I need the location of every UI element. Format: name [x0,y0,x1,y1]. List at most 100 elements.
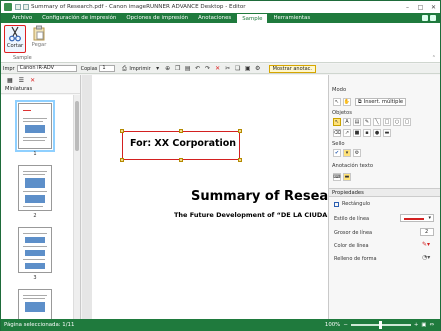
copies-stepper[interactable]: 1 [99,65,116,72]
zoom-out-icon[interactable]: − [343,322,348,328]
thumbnail-scroll-thumb[interactable] [75,101,79,151]
paste-label: Pegar [31,42,47,48]
zoom-in-icon[interactable]: + [414,322,419,328]
annotation-text: For: XX Corporation [130,138,237,149]
ribbon-toggle-icon[interactable] [430,15,436,21]
minimize-icon[interactable]: – [401,2,414,12]
stamp-settings-icon[interactable]: ⚙ [353,149,361,157]
show-annotations-label: Mostrar anotac. [272,65,313,72]
resize-handle[interactable] [120,129,124,133]
filled-square-tool-icon[interactable]: ▪ [363,129,371,137]
print-button[interactable]: Imprimir [129,66,150,72]
close-icon[interactable]: ✕ [427,2,440,12]
resize-handle[interactable] [238,129,242,133]
thumb-view-icon[interactable]: ▦ [7,77,13,84]
resize-handle[interactable] [120,158,124,162]
pointer-tool-icon[interactable]: ↖ [333,118,341,126]
stamp-tools: ✔ ▾ ⚙ [333,149,361,157]
document-view[interactable]: For: XX Corporation Summary of Research … [82,75,328,319]
thumbnail-page-1[interactable] [15,100,55,152]
redo-icon[interactable]: ↷ [204,65,211,72]
tab-tools[interactable]: Herramientas [268,13,315,23]
quick-save-icon[interactable] [15,4,21,10]
eraser-tool-icon[interactable]: ⌫ [333,129,341,137]
tab-print-options[interactable]: Opciones de impresión [121,13,193,23]
thumb-list-icon[interactable]: ☰ [19,77,24,84]
zoom-slider-knob[interactable] [378,321,382,329]
zoom-icon[interactable]: ⊕ [164,65,171,72]
arrow-tool-icon[interactable]: ↗ [343,129,351,137]
thumbnail-page-4[interactable] [18,289,52,319]
text-tool-icon[interactable]: A [343,118,351,126]
resize-handle[interactable] [179,129,183,133]
printer-select[interactable]: Canon iR-ADV [16,65,77,72]
delete-icon[interactable]: ✕ [214,65,221,72]
highlight-text-icon[interactable]: ▬ [343,173,351,181]
thumb-delete-icon[interactable]: ✕ [30,77,35,84]
resize-handle[interactable] [179,158,183,162]
help-icon[interactable] [422,15,428,21]
pages-selected: Página seleccionada: 1/11 [4,322,75,328]
document-title: Summary of Research [191,189,328,204]
text-annotation-icon[interactable]: ⌨ [333,173,341,181]
stamp-list-icon[interactable]: ▾ [343,149,351,157]
rectangle-tool-icon[interactable]: □ [383,118,391,126]
object-tools-row-1: ↖ A ▤ ✎ ╲ □ ○ ▢ [333,118,411,126]
filled-rounded-tool-icon[interactable]: ▬ [383,129,391,137]
thumbnail-list: 1 2 3 [1,95,73,319]
textbox-tool-icon[interactable]: ▤ [353,118,361,126]
multi-insert-label: Insert. múltiple [363,99,404,105]
line-color-picker[interactable]: ✎▾ [422,241,434,249]
thumbnails-toolbar: ▦ ☰ ✕ [1,75,80,85]
tab-print-settings[interactable]: Configuración de impresión [37,13,121,23]
filled-rect-tool-icon[interactable]: ■ [353,129,361,137]
hand-tool-icon[interactable]: ✋ [343,98,351,106]
maximize-icon[interactable]: □ [414,2,427,12]
copies-label: Copias [80,65,98,72]
quick-undo-icon[interactable] [23,4,29,10]
stamp-icon[interactable]: ✔ [333,149,341,157]
tab-sample[interactable]: Sample [236,13,269,23]
filled-circle-tool-icon[interactable]: ● [373,129,381,137]
select-tool-icon[interactable]: ↖ [333,98,341,106]
clipboard-icon [33,25,45,41]
circle-tool-icon[interactable]: ○ [393,118,401,126]
line-tool-icon[interactable]: ╲ [373,118,381,126]
line-style-select[interactable]: ▾ [400,214,434,222]
tab-archivo[interactable]: Archivo [7,13,37,23]
line-width-stepper[interactable]: 2 [420,228,434,236]
fit-page-icon[interactable]: ▣ [421,322,426,328]
rounded-rect-tool-icon[interactable]: ▢ [403,118,411,126]
thumbnail-page-2[interactable] [18,165,52,211]
multi-insert-button[interactable]: ⧉ Insert. múltiple [355,98,407,106]
zoom-slider[interactable] [350,321,411,329]
text-annotation-box[interactable]: For: XX Corporation [120,129,242,162]
page-number-1: 1 [33,151,37,157]
document-page[interactable]: For: XX Corporation Summary of Research … [92,75,328,319]
copy-small-icon[interactable]: ❏ [234,65,241,72]
print-dropdown-icon[interactable]: ▾ [154,65,161,72]
printer-value: Canon iR-ADV [19,65,55,71]
fit-width-icon[interactable]: ⇔ [429,322,434,328]
pen-tool-icon[interactable]: ✎ [363,118,371,126]
paste-small-icon[interactable]: ▣ [244,65,251,72]
quick-toolbar: Impr Canon iR-ADV Copias 1 ⎙ Imprimir ▾ … [1,64,440,74]
tab-annotations[interactable]: Anotaciones [193,13,236,23]
cut-small-icon[interactable]: ✂ [224,65,231,72]
copies-value: 1 [102,65,106,71]
collapse-ribbon-icon[interactable]: ⌃ [432,55,436,61]
window-title: Summary of Research.pdf - Canon imageRUN… [31,4,246,10]
fill-color-picker[interactable]: ◔▾ [422,254,434,262]
thumbnail-page-3[interactable] [18,227,52,273]
resize-handle[interactable] [238,158,242,162]
ribbon-group-label: Sample [13,55,32,61]
settings-icon[interactable]: ⚙ [254,65,261,72]
page-icon[interactable]: ▤ [184,65,191,72]
thumbnail-scrollbar[interactable] [73,95,80,319]
copy-icon[interactable]: ❐ [174,65,181,72]
undo-icon[interactable]: ↶ [194,65,201,72]
paste-button[interactable]: Pegar [28,25,50,53]
cut-button[interactable]: Cortar [4,25,26,53]
show-annotations-button[interactable]: Mostrar anotac. [268,64,317,73]
printer-label: Impr [3,65,15,72]
